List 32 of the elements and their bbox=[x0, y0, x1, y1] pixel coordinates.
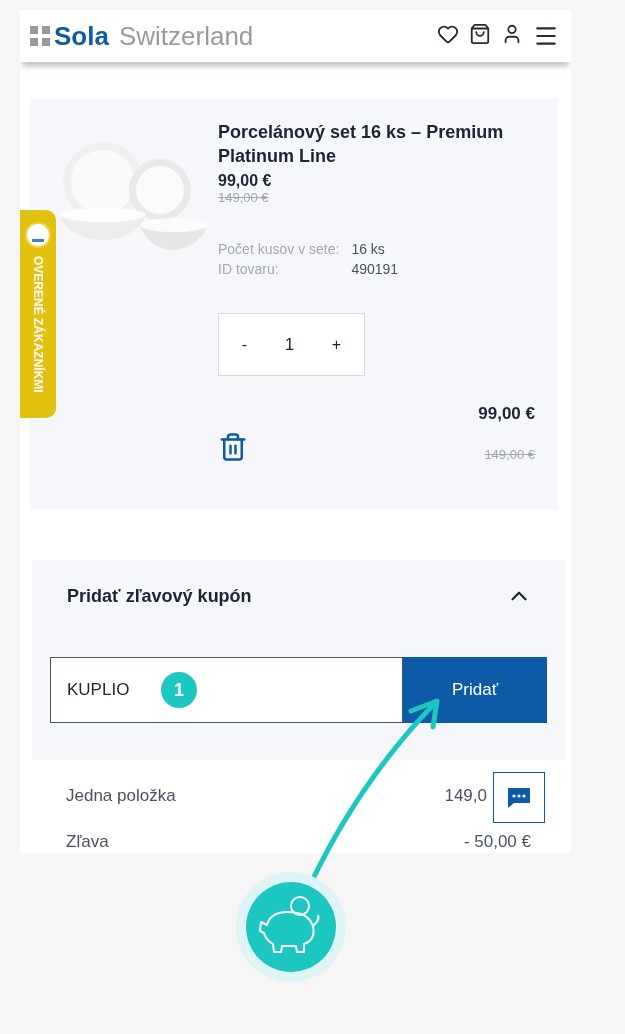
product-price: 99,00 € bbox=[218, 172, 273, 190]
coupon-input-field[interactable]: KUPLIO 1 bbox=[50, 657, 403, 723]
logo-squares-icon bbox=[30, 26, 50, 46]
summary-value: - 50,00 € bbox=[463, 832, 531, 852]
shopping-bag-icon[interactable] bbox=[469, 23, 491, 45]
add-coupon-button[interactable]: Pridať bbox=[403, 657, 547, 723]
spec-value: 490191 bbox=[351, 261, 399, 277]
spec-label: ID tovaru: bbox=[218, 261, 280, 277]
line-total: 99,00 € bbox=[478, 404, 535, 424]
original-price: 149,00 € bbox=[218, 190, 269, 205]
logo-brand[interactable]: Sola bbox=[54, 20, 109, 52]
coupon-code-text[interactable]: KUPLIO bbox=[65, 679, 139, 701]
summary-value: 149,0 bbox=[444, 786, 487, 806]
heart-icon[interactable] bbox=[437, 23, 459, 45]
delete-icon[interactable] bbox=[218, 432, 248, 462]
seal-icon bbox=[25, 222, 51, 248]
piggy-bank-icon bbox=[236, 872, 346, 982]
chat-button[interactable] bbox=[493, 772, 545, 823]
verified-badge-text: OVERENÉ ZÁKAZNÍKMI bbox=[31, 256, 45, 393]
chat-icon bbox=[506, 785, 532, 810]
summary-label: Jedna položka bbox=[66, 786, 176, 806]
spec-label: Počet kusov v sete: bbox=[218, 241, 340, 257]
product-title[interactable]: Porcelánový set 16 ks – Premium Platinum Line bbox=[218, 120, 535, 168]
decrease-button[interactable]: - bbox=[233, 331, 256, 358]
increase-button[interactable]: + bbox=[323, 331, 350, 358]
spec-value: 16 ks bbox=[351, 241, 386, 257]
original-line-total: 149,00 € bbox=[484, 447, 535, 462]
logo-subtitle: Switzerland bbox=[118, 20, 254, 52]
quantity-value: 1 bbox=[284, 334, 295, 355]
coupon-title[interactable]: Pridať zľavový kupón bbox=[67, 585, 252, 607]
step-badge: 1 bbox=[161, 672, 197, 708]
summary-label: Zľava bbox=[66, 832, 109, 852]
